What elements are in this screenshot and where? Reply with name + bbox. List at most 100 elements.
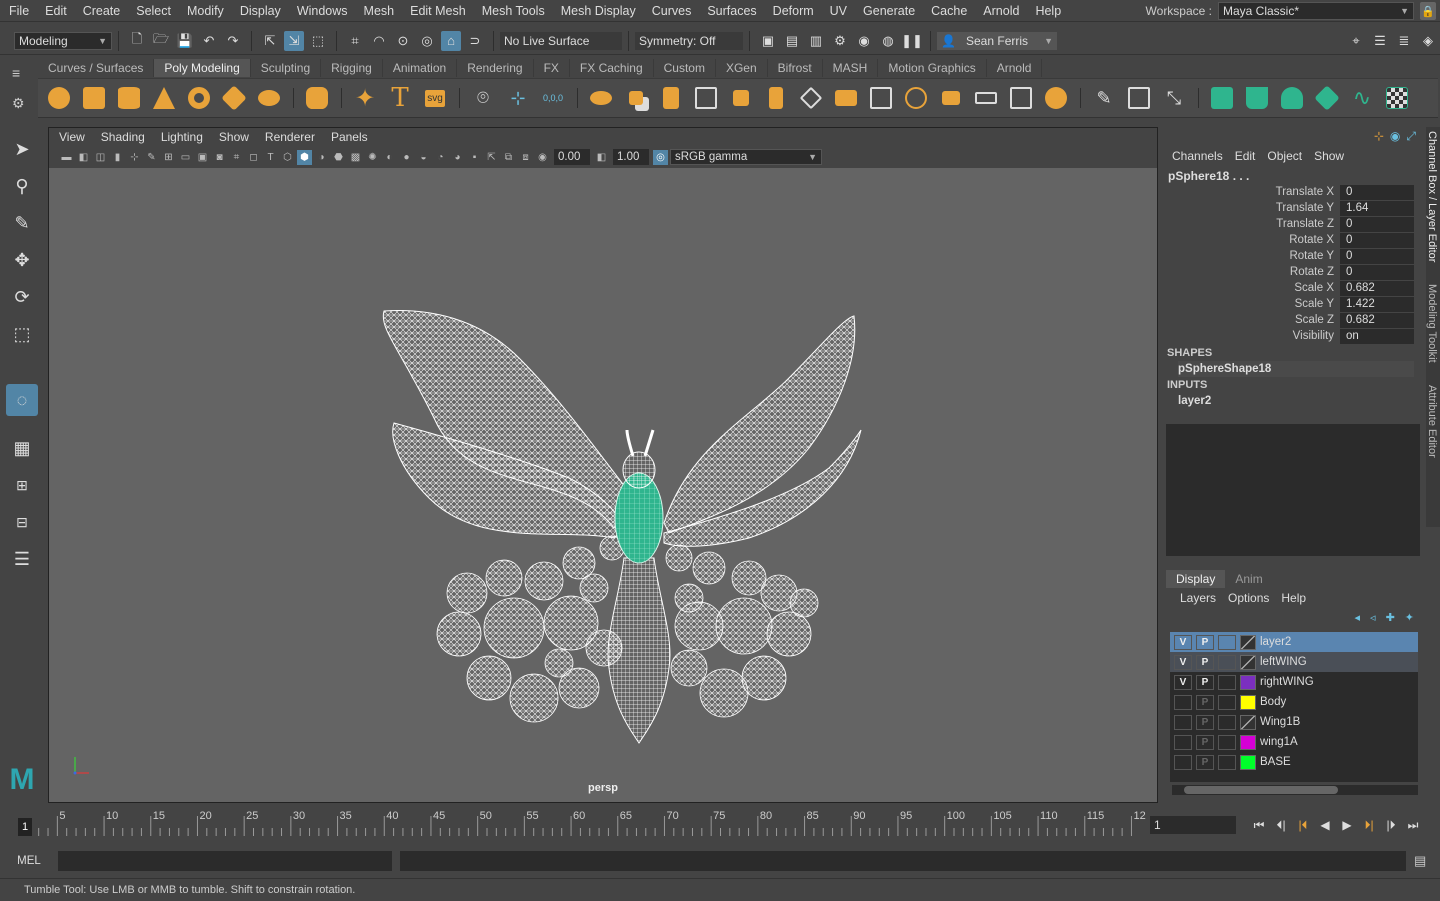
script-language-toggle[interactable]: MEL: [0, 855, 58, 867]
menuset-dropdown[interactable]: Modeling ▼: [14, 31, 112, 50]
attr-rotate-y[interactable]: Rotate Y 0: [1160, 248, 1420, 264]
poly-plane-icon[interactable]: [219, 83, 249, 113]
attr-rotate-z[interactable]: Rotate Z 0: [1160, 264, 1420, 280]
layer-playback-toggle[interactable]: P: [1196, 714, 1214, 730]
input-node[interactable]: layer2: [1178, 393, 1414, 409]
layer-row-body[interactable]: P Body: [1170, 692, 1418, 712]
current-frame-field[interactable]: 1: [1150, 816, 1236, 834]
layer-visibility-toggle[interactable]: V: [1174, 674, 1192, 690]
layer-playback-toggle[interactable]: P: [1196, 634, 1214, 650]
new-layer-from-selected-icon[interactable]: ✦: [1405, 611, 1414, 624]
layer-playback-toggle[interactable]: P: [1196, 754, 1214, 770]
step-forward-frame-icon[interactable]: |⏵: [1380, 818, 1402, 833]
combine-icon[interactable]: [586, 83, 616, 113]
menu-uv[interactable]: UV: [822, 0, 855, 22]
hyper-icon[interactable]: ⤢: [1406, 129, 1416, 144]
color-management-icon[interactable]: ◎: [653, 149, 668, 165]
workspace-dropdown[interactable]: Maya Classic* ▼: [1218, 2, 1414, 20]
smooth-shade-icon[interactable]: ⬢: [297, 149, 312, 165]
current-time-marker[interactable]: 1: [18, 818, 32, 836]
reduce-icon[interactable]: [1006, 83, 1036, 113]
attr-scale-y[interactable]: Scale Y 1.422: [1160, 296, 1420, 312]
attr-value[interactable]: on: [1340, 328, 1414, 344]
shelf-tab-curves-surfaces[interactable]: Curves / Surfaces: [38, 59, 155, 77]
mirror-icon[interactable]: [761, 83, 791, 113]
layer-row-rightwing[interactable]: V P rightWING: [1170, 672, 1418, 692]
shelf-menu-icon[interactable]: ≡: [12, 65, 20, 81]
user-account-dropdown[interactable]: 👤 Sean Ferris ▼: [937, 31, 1057, 50]
layer-color-swatch[interactable]: [1240, 754, 1256, 770]
spherical-map-icon[interactable]: [1312, 83, 1342, 113]
right-flower-cluster[interactable]: [665, 544, 819, 718]
boolean-icon[interactable]: [726, 83, 756, 113]
select-camera-icon[interactable]: ▬: [59, 150, 74, 165]
layer-playback-toggle[interactable]: P: [1196, 694, 1214, 710]
attr-translate-z[interactable]: Translate Z 0: [1160, 216, 1420, 232]
gate-mask-icon[interactable]: ◙: [212, 150, 227, 165]
poly-disc-icon[interactable]: [254, 83, 284, 113]
shelf-tab-motion-graphics[interactable]: Motion Graphics: [878, 59, 987, 77]
snap-surface-icon[interactable]: ⌂: [441, 30, 461, 51]
layer-color-swatch[interactable]: [1240, 674, 1256, 690]
layer-row-layer2[interactable]: V P layer2: [1170, 632, 1418, 652]
menu-mesh-display[interactable]: Mesh Display: [553, 0, 644, 22]
cb-menu-channels[interactable]: Channels: [1166, 149, 1229, 163]
menu-generate[interactable]: Generate: [855, 0, 923, 22]
manipulator-icon[interactable]: ⊹: [1374, 129, 1384, 144]
two-d-pan-zoom-icon[interactable]: ⊹: [127, 150, 142, 165]
text-tool-icon[interactable]: T: [385, 83, 415, 113]
view-transform-dropdown[interactable]: sRGB gamma ▼: [670, 149, 822, 165]
separate-icon[interactable]: [621, 83, 651, 113]
svg-tool-icon[interactable]: svg: [420, 83, 450, 113]
render-settings-icon[interactable]: ⚙: [830, 31, 850, 51]
last-tool-used-icon[interactable]: ◌: [6, 384, 38, 416]
auto-map-icon[interactable]: ∿: [1347, 83, 1377, 113]
extrude-icon[interactable]: [796, 83, 826, 113]
attr-visibility[interactable]: Visibility on: [1160, 328, 1420, 344]
resolution-gate-icon[interactable]: ▣: [195, 150, 210, 165]
cb-menu-object[interactable]: Object: [1261, 149, 1308, 163]
super-shape-icon[interactable]: ✦: [350, 83, 380, 113]
attr-scale-x[interactable]: Scale X 0.682: [1160, 280, 1420, 296]
image-plane-icon[interactable]: ▮: [110, 150, 125, 165]
attr-rotate-x[interactable]: Rotate X 0: [1160, 232, 1420, 248]
lasso-tool-icon[interactable]: ⚲: [6, 170, 38, 202]
menu-display[interactable]: Display: [232, 0, 289, 22]
cb-menu-edit[interactable]: Edit: [1229, 149, 1262, 163]
render-view-icon[interactable]: ▣: [758, 31, 778, 51]
select-tool-icon[interactable]: ➤: [6, 133, 38, 165]
anti-aliasing-icon[interactable]: ◔: [433, 150, 448, 165]
panel-menu-lighting[interactable]: Lighting: [153, 130, 211, 144]
bridge-icon[interactable]: [831, 83, 861, 113]
shelf-tab-custom[interactable]: Custom: [654, 59, 716, 77]
attr-value[interactable]: 0: [1340, 184, 1414, 200]
target-weld-icon[interactable]: ⤡: [1159, 83, 1189, 113]
snap-grid-icon[interactable]: ⌗: [345, 31, 365, 51]
exposure-icon[interactable]: ◉: [535, 150, 550, 165]
layer-type-toggle[interactable]: [1218, 674, 1236, 690]
menu-deform[interactable]: Deform: [765, 0, 822, 22]
layer-color-swatch[interactable]: [1240, 694, 1256, 710]
merge-icon[interactable]: [971, 83, 1001, 113]
select-hierarchy-icon[interactable]: ⇱: [260, 31, 280, 51]
menu-mesh-tools[interactable]: Mesh Tools: [474, 0, 553, 22]
grid-icon[interactable]: ⊞: [161, 150, 176, 165]
film-gate-icon[interactable]: ▭: [178, 150, 193, 165]
side-tab-channel-box[interactable]: Channel Box / Layer Editor: [1426, 127, 1438, 266]
lock-icon[interactable]: 🔒: [1420, 2, 1436, 20]
snap-curve-icon[interactable]: ◠: [369, 31, 389, 51]
layer-visibility-toggle[interactable]: V: [1174, 634, 1192, 650]
new-empty-layer-icon[interactable]: ✚: [1386, 611, 1395, 624]
menu-windows[interactable]: Windows: [289, 0, 356, 22]
append-polygon-icon[interactable]: [936, 83, 966, 113]
butterfly-head[interactable]: [622, 451, 656, 489]
freeze-transforms-icon[interactable]: 0,0,0: [538, 83, 568, 113]
shadows-icon[interactable]: ◐: [382, 150, 397, 165]
attr-value[interactable]: 0: [1340, 264, 1414, 280]
extract-icon[interactable]: [656, 83, 686, 113]
menu-arnold[interactable]: Arnold: [975, 0, 1027, 22]
depth-of-field-icon[interactable]: ◕: [450, 150, 465, 165]
tool-settings-toggle-icon[interactable]: ≣: [1394, 31, 1414, 51]
poly-cylinder-icon[interactable]: [114, 83, 144, 113]
step-back-frame-icon[interactable]: ⏴|: [1270, 818, 1292, 833]
